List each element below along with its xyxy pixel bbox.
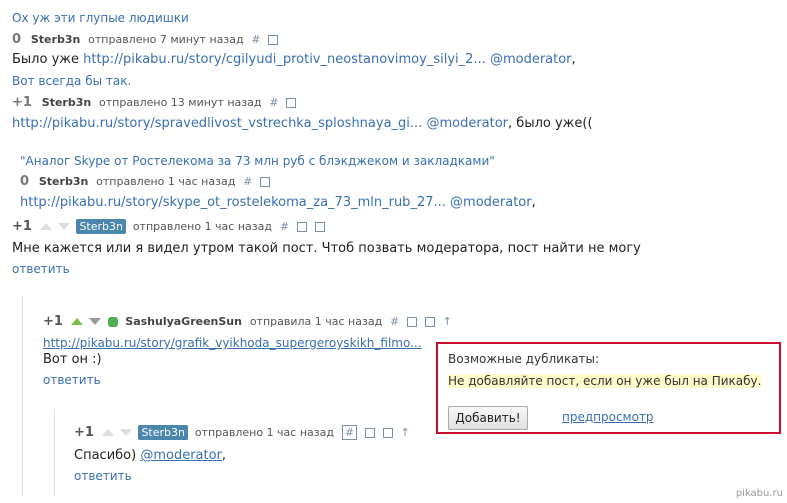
comment-tail: ,: [571, 52, 576, 67]
username-badge[interactable]: Sterb3n: [76, 219, 126, 234]
thread-line: [22, 296, 23, 496]
rating: 0: [20, 174, 30, 189]
comment-body: http://pikabu.ru/story/spravedlivost_vst…: [12, 116, 593, 131]
comment-header: 0 Sterb3n отправлено 1 час назад #: [20, 174, 271, 189]
panel-title: Возможные дубликаты:: [448, 352, 600, 366]
mention[interactable]: @moderator: [426, 116, 508, 131]
username-badge[interactable]: Sterb3n: [138, 425, 188, 440]
comment-quote[interactable]: Вот всегда бы так.: [12, 74, 131, 88]
comment-text: Мне кажется или я видел утром такой пост…: [12, 241, 641, 256]
story-link[interactable]: http://pikabu.ru/story/skype_ot_rostelek…: [20, 195, 446, 210]
rating: +1: [12, 219, 32, 234]
timestamp: отправлено 1 час назад: [96, 175, 236, 188]
panel-warning: Не добавляйте пост, если он уже был на П…: [448, 374, 762, 388]
watermark: pikabu.ru: [735, 488, 783, 499]
comment-header: +1 Sterb3n отправлено 13 минут назад #: [12, 95, 297, 110]
comment-header: +1 Sterb3n отправлено 1 час назад # ↑: [74, 425, 410, 440]
hash-icon[interactable]: #: [269, 96, 278, 109]
rating: +1: [74, 425, 94, 440]
rating: +1: [12, 95, 32, 110]
mention[interactable]: @moderator: [490, 52, 572, 67]
comment-text: Спасибо): [74, 448, 137, 463]
up-arrow-icon[interactable]: ↑: [443, 315, 452, 328]
comment-tail: , было уже((: [508, 116, 593, 131]
collapse-icon[interactable]: [407, 316, 418, 327]
mention[interactable]: @moderator: [140, 448, 222, 463]
add-button[interactable]: Добавить!: [448, 406, 528, 430]
comment-body: Спасибо) @moderator,: [74, 448, 226, 463]
timestamp: отправлено 7 минут назад: [88, 33, 244, 46]
save-icon[interactable]: [260, 176, 271, 187]
timestamp: отправила 1 час назад: [249, 315, 383, 328]
story-link[interactable]: http://pikabu.ru/story/cgilyudi_protiv_n…: [83, 52, 486, 67]
collapse-icon[interactable]: [364, 427, 375, 438]
up-arrow-icon[interactable]: ↑: [401, 426, 410, 439]
save-icon[interactable]: [424, 316, 435, 327]
comment-header: +1 Sterb3n отправлено 1 час назад #: [12, 219, 325, 234]
story-link[interactable]: http://pikabu.ru/story/grafik_vyikhoda_s…: [43, 336, 422, 350]
comment-tail: ,: [531, 195, 536, 210]
comment-body: http://pikabu.ru/story/skype_ot_rostelek…: [20, 195, 536, 210]
comment-body: Было уже http://pikabu.ru/story/cgilyudi…: [12, 52, 576, 67]
comment-text: Было уже: [12, 52, 79, 67]
reply-link[interactable]: ответить: [43, 373, 101, 387]
rating: 0: [12, 32, 22, 47]
reply-link[interactable]: ответить: [12, 262, 70, 276]
hash-icon[interactable]: #: [341, 425, 358, 440]
downvote-icon[interactable]: [119, 429, 132, 436]
save-icon[interactable]: [314, 221, 325, 232]
thread-line: [54, 410, 55, 496]
story-link[interactable]: http://pikabu.ru/story/spravedlivost_vst…: [12, 116, 422, 131]
collapse-icon[interactable]: [296, 221, 307, 232]
username[interactable]: SashulyaGreenSun: [125, 315, 242, 328]
save-icon[interactable]: [268, 34, 279, 45]
save-icon[interactable]: [382, 427, 393, 438]
mention[interactable]: @moderator: [450, 195, 532, 210]
hash-icon[interactable]: #: [251, 33, 260, 46]
username[interactable]: Sterb3n: [42, 96, 91, 109]
comment-quote[interactable]: Ох уж эти глупые людишки: [12, 11, 189, 25]
username[interactable]: Sterb3n: [31, 33, 80, 46]
save-icon[interactable]: [286, 97, 297, 108]
upvote-icon[interactable]: [39, 223, 52, 230]
upvote-icon[interactable]: [70, 318, 83, 325]
reply-link[interactable]: ответить: [74, 469, 132, 483]
hash-icon[interactable]: #: [390, 315, 399, 328]
comment-header: +1 SashulyaGreenSun отправила 1 час наза…: [43, 314, 452, 329]
duplicates-panel: Возможные дубликаты: Не добавляйте пост,…: [436, 342, 781, 434]
downvote-icon[interactable]: [57, 223, 70, 230]
comment-quote[interactable]: "Аналог Skype от Ростелекома за 73 млн р…: [20, 154, 495, 168]
comment-tail: ,: [221, 448, 227, 463]
downvote-icon[interactable]: [88, 318, 101, 325]
preview-link[interactable]: предпросмотр: [562, 410, 654, 424]
hash-icon[interactable]: #: [280, 220, 289, 233]
timestamp: отправлено 1 час назад: [132, 220, 272, 233]
timestamp: отправлено 1 час назад: [194, 426, 334, 439]
hash-icon[interactable]: #: [243, 175, 252, 188]
username[interactable]: Sterb3n: [39, 175, 88, 188]
comment-text: Вот он :): [43, 352, 102, 367]
online-icon: [108, 316, 119, 327]
upvote-icon[interactable]: [101, 429, 114, 436]
timestamp: отправлено 13 минут назад: [99, 96, 262, 109]
rating: +1: [43, 314, 63, 329]
comment-header: 0 Sterb3n отправлено 7 минут назад #: [12, 32, 279, 47]
